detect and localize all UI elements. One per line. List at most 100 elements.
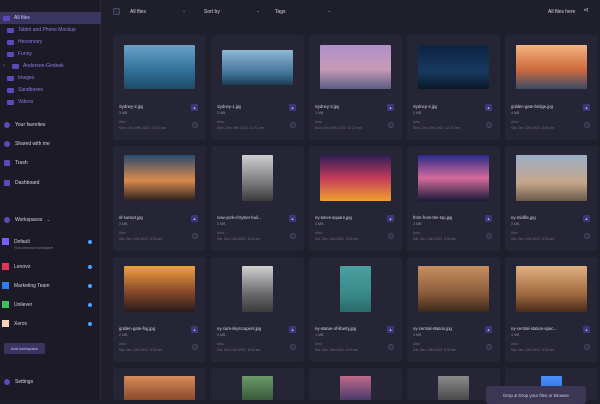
add-workspace-button[interactable]: Add workspace	[4, 343, 45, 354]
settings-icon[interactable]	[88, 264, 92, 269]
nav-trash[interactable]: Trash	[4, 160, 28, 166]
settings-icon[interactable]	[88, 302, 92, 307]
upload-drop-zone[interactable]: Drop & Drop your files or Browse	[486, 386, 586, 404]
workspace-default[interactable]: Default Your personal workspace	[2, 238, 96, 250]
folder-images[interactable]: Images	[0, 72, 101, 84]
file-thumbnail	[124, 266, 195, 312]
file-size: 4 MB	[511, 111, 520, 115]
nav-settings[interactable]: Settings	[4, 379, 33, 385]
select-checkbox[interactable]	[388, 233, 394, 239]
file-card[interactable]: Sydney-2.jpg 3 MB Artur Mon, Dec 19th 2022,…	[113, 35, 206, 140]
workspace-color-swatch	[2, 263, 9, 270]
nav-dashboard[interactable]: Dashboard	[4, 180, 39, 186]
file-card[interactable]: from-from-the-top.jpg 3 MB Artur Sat, Dec 1…	[407, 146, 500, 251]
select-checkbox[interactable]	[290, 233, 296, 239]
folder-hexometry[interactable]: Hexometry	[0, 36, 101, 48]
file-card[interactable]: Sydney-1.jpg 3 MB Artur Mon, Dec 19th 2022,…	[211, 35, 304, 140]
file-owner: Artur	[315, 120, 323, 124]
folder-all-files[interactable]: All files	[0, 12, 101, 24]
nav-favorites[interactable]: Your favorites	[4, 122, 45, 128]
file-card[interactable]: ny-times-square.jpg 3 MB Artur Sat, Dec 10t…	[309, 146, 402, 251]
chevron-down-icon: ⌄	[327, 8, 332, 14]
workspace-marketing-team[interactable]: Marketing Team	[2, 282, 96, 289]
file-card[interactable]	[113, 368, 206, 400]
folder-anderson-grotesk[interactable]: › Anderson-Grotesk	[0, 60, 101, 72]
file-card[interactable]: golden-gate-bridge.jpg 4 MB Artur Sat, Dec …	[505, 35, 598, 140]
file-date: Sat, Dec 10th 2022, 6:00 am	[119, 237, 163, 241]
file-card[interactable]: ny-central-station.jpg 3 MB Artur Sat, Dec …	[407, 257, 500, 362]
file-card[interactable]: golden-gate-fog.jpg 2 MB Artur Sat, Dec 10t…	[113, 257, 206, 362]
file-card[interactable]: ny-statue-of-liberty.jpg 1 MB Artur Sat, De…	[309, 257, 402, 362]
file-card[interactable]: new-york-chrysler-buil... 3 MB Artur Sat, D…	[211, 146, 304, 251]
select-checkbox[interactable]	[192, 344, 198, 350]
file-thumbnail	[320, 45, 391, 89]
file-date: Sat, Dec 10th 2022, 6:00 am	[511, 126, 555, 130]
file-card[interactable]: Sydney-3.jpg 1 MB Artur Mon, Dec 19th 2022,…	[309, 35, 402, 140]
image-type-icon: ▲	[289, 326, 296, 333]
workspaces-header[interactable]: Workspaces ⌄	[4, 217, 51, 223]
file-thumbnail	[222, 49, 293, 85]
thumbnail-frame	[211, 154, 304, 202]
file-card[interactable]: Sydney-4.jpg 3 MB Artur Mon, Dec 19th 2022,…	[407, 35, 500, 140]
select-checkbox[interactable]	[584, 122, 590, 128]
select-checkbox[interactable]	[290, 344, 296, 350]
thumbnail-frame	[309, 265, 402, 313]
select-checkbox[interactable]	[486, 122, 492, 128]
chevron-right-icon[interactable]: ›	[3, 63, 5, 69]
workspace-label: Unilever	[14, 301, 33, 308]
folder-label: Tablet and Phone Mockup	[18, 27, 76, 33]
select-checkbox[interactable]	[388, 344, 394, 350]
select-checkbox[interactable]	[584, 344, 590, 350]
select-checkbox[interactable]	[290, 122, 296, 128]
workspace-xerox[interactable]: Xerox	[2, 320, 96, 327]
settings-icon[interactable]	[88, 239, 92, 244]
file-card[interactable]: ny-central-station-spac... 4 MB Artur Sat, …	[505, 257, 598, 362]
file-owner: Artur	[413, 231, 421, 235]
file-owner: Artur	[511, 342, 519, 346]
chevron-down-icon[interactable]: ⌄	[46, 217, 50, 223]
file-owner: Artur	[217, 231, 225, 235]
file-size: 1 MB	[315, 111, 324, 115]
file-card[interactable]: sf-sunset.jpg 3 MB Artur Sat, Dec 10th 2022…	[113, 146, 206, 251]
thumbnail-frame	[505, 265, 598, 313]
folder-icon	[7, 39, 14, 45]
workspace-lenovo[interactable]: Lenovo	[2, 263, 96, 270]
nav-shared[interactable]: Shared with me	[4, 141, 50, 147]
file-card[interactable]: ny-midlife.jpg 3 MB Artur Sat, Dec 10th 202…	[505, 146, 598, 251]
file-card[interactable]	[309, 368, 402, 400]
file-size: 3 MB	[413, 222, 422, 226]
tags-dropdown[interactable]: Tags ⌄	[275, 8, 333, 15]
settings-icon[interactable]	[88, 321, 92, 326]
share-icon[interactable]: ⋖	[581, 6, 591, 16]
thumbnail-frame	[407, 265, 500, 313]
folder-icon	[7, 99, 14, 105]
select-checkbox[interactable]	[584, 233, 590, 239]
file-size: 3 MB	[119, 111, 128, 115]
select-checkbox[interactable]	[486, 233, 492, 239]
select-checkbox[interactable]	[192, 122, 198, 128]
workspaces-title: Workspaces	[15, 217, 43, 223]
select-checkbox[interactable]	[388, 122, 394, 128]
workspace-sub: Your personal workspace	[14, 246, 54, 250]
workspace-label: Default	[14, 238, 30, 245]
workspace-unilever[interactable]: Unilever	[2, 301, 96, 308]
settings-icon[interactable]	[88, 283, 92, 288]
select-checkbox[interactable]	[192, 233, 198, 239]
filter-dropdown[interactable]: All files ⌄	[130, 8, 188, 15]
folder-funny[interactable]: Funny	[0, 48, 101, 60]
thumbnail-frame	[407, 154, 500, 202]
nav-favorites-label: Your favorites	[15, 122, 46, 128]
file-date: Sat, Dec 10th 2022, 6:00 am	[315, 237, 359, 241]
file-card[interactable]: ny-cars-skyscrapers.jpg 3 MB Artur Sat, Dec…	[211, 257, 304, 362]
folder-sandboxes[interactable]: Sandboxes	[0, 84, 101, 96]
sort-dropdown[interactable]: Sort by ⌄	[204, 8, 262, 15]
image-type-icon: ▲	[191, 215, 198, 222]
folder-videos[interactable]: Videos	[0, 96, 101, 108]
file-thumbnail	[418, 45, 489, 89]
select-all-checkbox[interactable]	[113, 8, 120, 15]
users-icon	[4, 141, 10, 147]
select-checkbox[interactable]	[486, 344, 492, 350]
file-thumbnail	[124, 45, 195, 89]
file-card[interactable]	[211, 368, 304, 400]
folder-tablet-and-phone-mockup[interactable]: Tablet and Phone Mockup	[0, 24, 101, 36]
